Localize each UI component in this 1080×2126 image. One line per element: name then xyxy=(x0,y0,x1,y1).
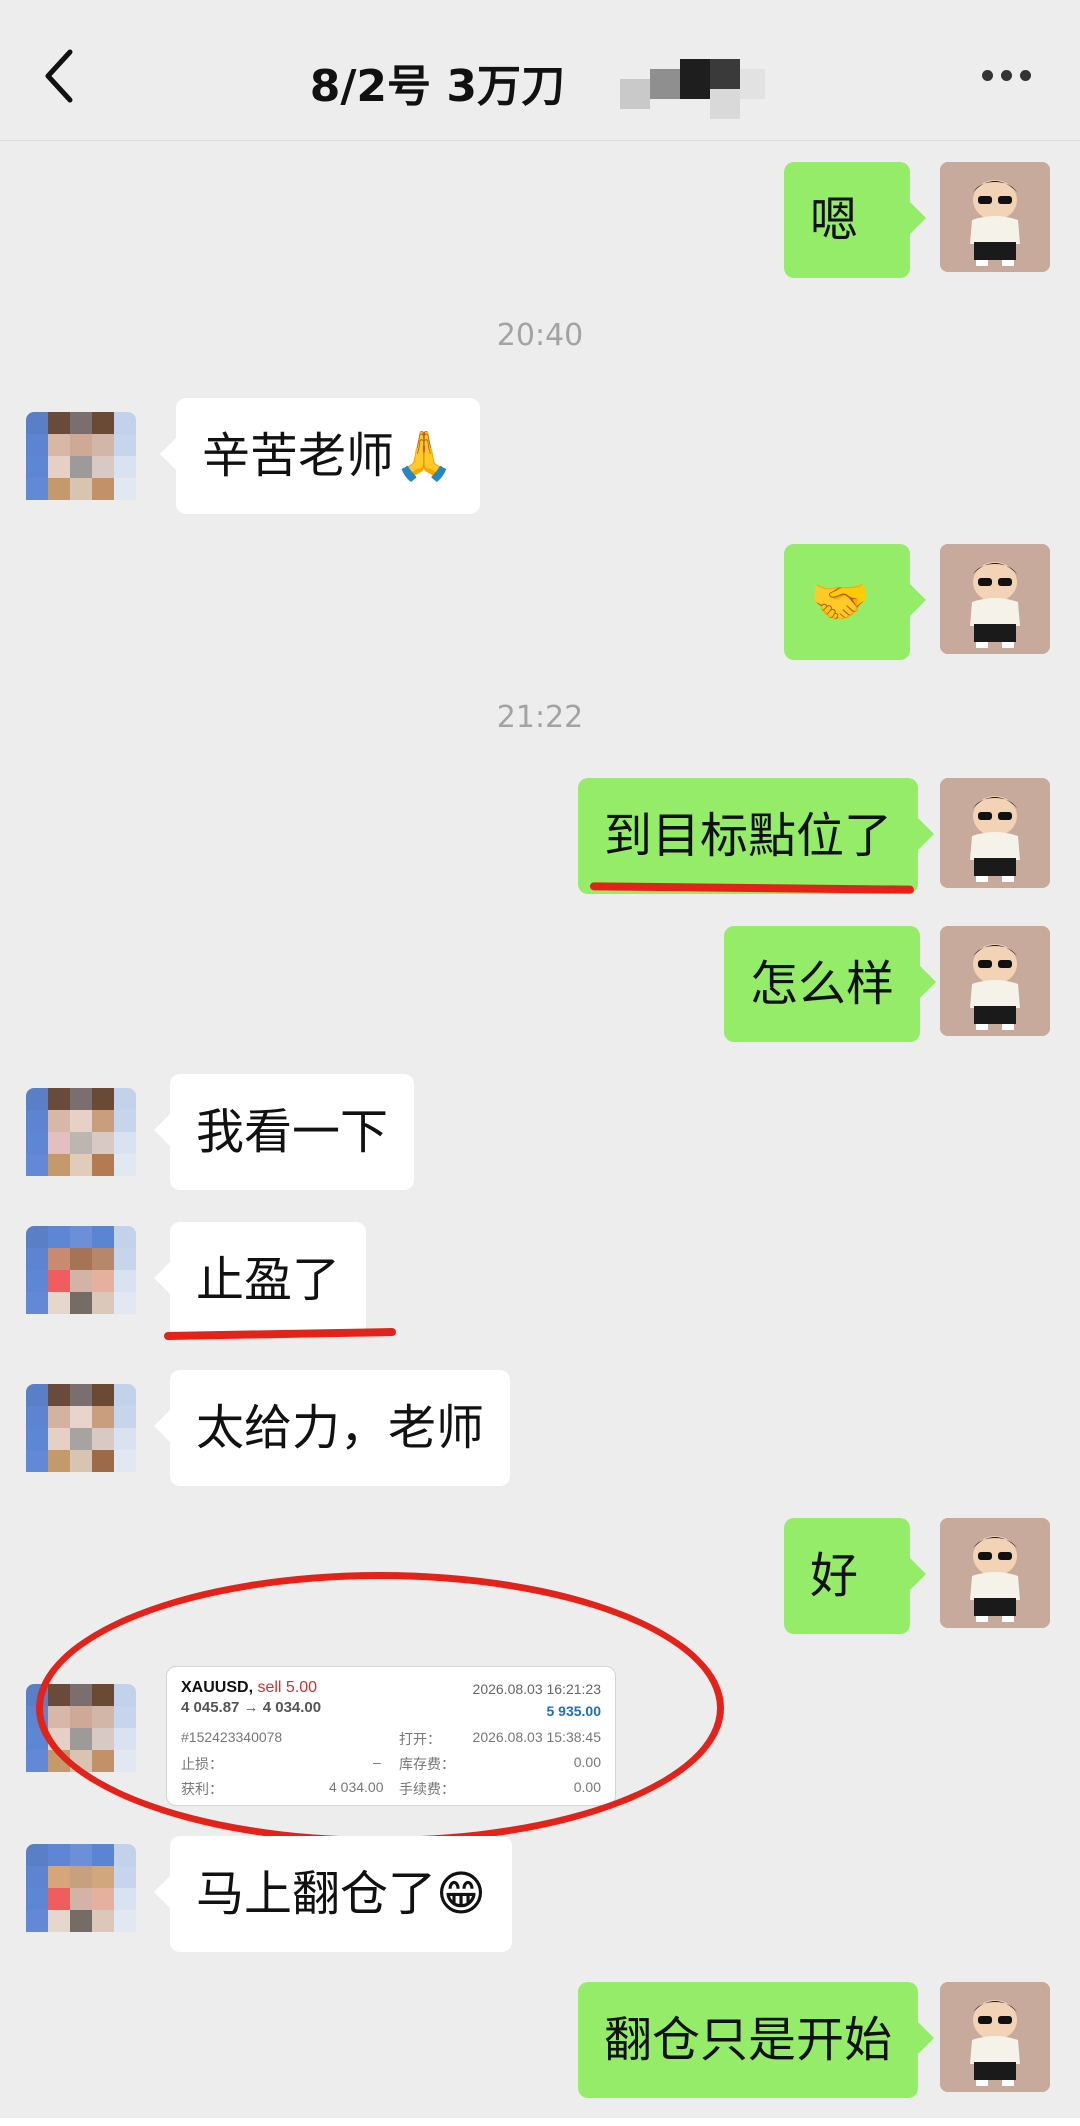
message-bubble-peer[interactable]: 我看一下 xyxy=(153,1074,415,1190)
message-bubble-me[interactable]: 好 xyxy=(784,1518,926,1634)
avatar[interactable] xyxy=(26,412,136,522)
cartoon-boy-avatar-icon xyxy=(940,1982,1050,2092)
message-bubble-me[interactable]: 翻仓只是开始 xyxy=(578,1982,935,2098)
cartoon-boy-avatar-icon xyxy=(940,778,1050,888)
cartoon-boy-avatar-icon xyxy=(940,544,1050,654)
more-dots-icon[interactable] xyxy=(982,66,1042,86)
avatar[interactable] xyxy=(26,1844,136,1954)
red-circle-annotation xyxy=(36,1572,724,1844)
message-bubble-peer[interactable]: 止盈了 xyxy=(153,1222,367,1338)
chat-header: 8/2号 3万刀 xyxy=(0,0,1080,141)
message-bubble-me[interactable]: 嗯 xyxy=(784,162,926,278)
message-bubble-peer[interactable]: 太给力，老师 xyxy=(153,1370,511,1486)
message-bubble-me[interactable]: 怎么样 xyxy=(724,926,937,1042)
timestamp: 20:40 xyxy=(496,318,584,353)
timestamp: 21:22 xyxy=(496,700,584,735)
cartoon-boy-avatar-icon xyxy=(940,162,1050,272)
avatar[interactable] xyxy=(940,544,1050,654)
message-bubble-me[interactable]: 到目标點位了 xyxy=(578,778,935,894)
avatar[interactable] xyxy=(26,1226,136,1336)
avatar[interactable] xyxy=(940,162,1050,272)
avatar[interactable] xyxy=(940,1518,1050,1628)
message-bubble-peer[interactable]: 辛苦老师🙏 xyxy=(160,398,480,514)
chat-title-text: 8/2号 3万刀 xyxy=(309,61,565,112)
avatar[interactable] xyxy=(940,1982,1050,2092)
bottom-edge xyxy=(0,2118,1080,2126)
cartoon-boy-avatar-icon xyxy=(940,926,1050,1036)
message-bubble-me[interactable]: 🤝 xyxy=(784,544,926,660)
avatar[interactable] xyxy=(940,778,1050,888)
avatar[interactable] xyxy=(26,1088,136,1198)
cartoon-boy-avatar-icon xyxy=(940,1518,1050,1628)
avatar[interactable] xyxy=(940,926,1050,1036)
chat-title: 8/2号 3万刀 xyxy=(0,50,1080,119)
avatar[interactable] xyxy=(26,1384,136,1494)
message-bubble-peer[interactable]: 马上翻仓了😁 xyxy=(153,1836,513,1952)
blurred-name xyxy=(620,59,770,119)
